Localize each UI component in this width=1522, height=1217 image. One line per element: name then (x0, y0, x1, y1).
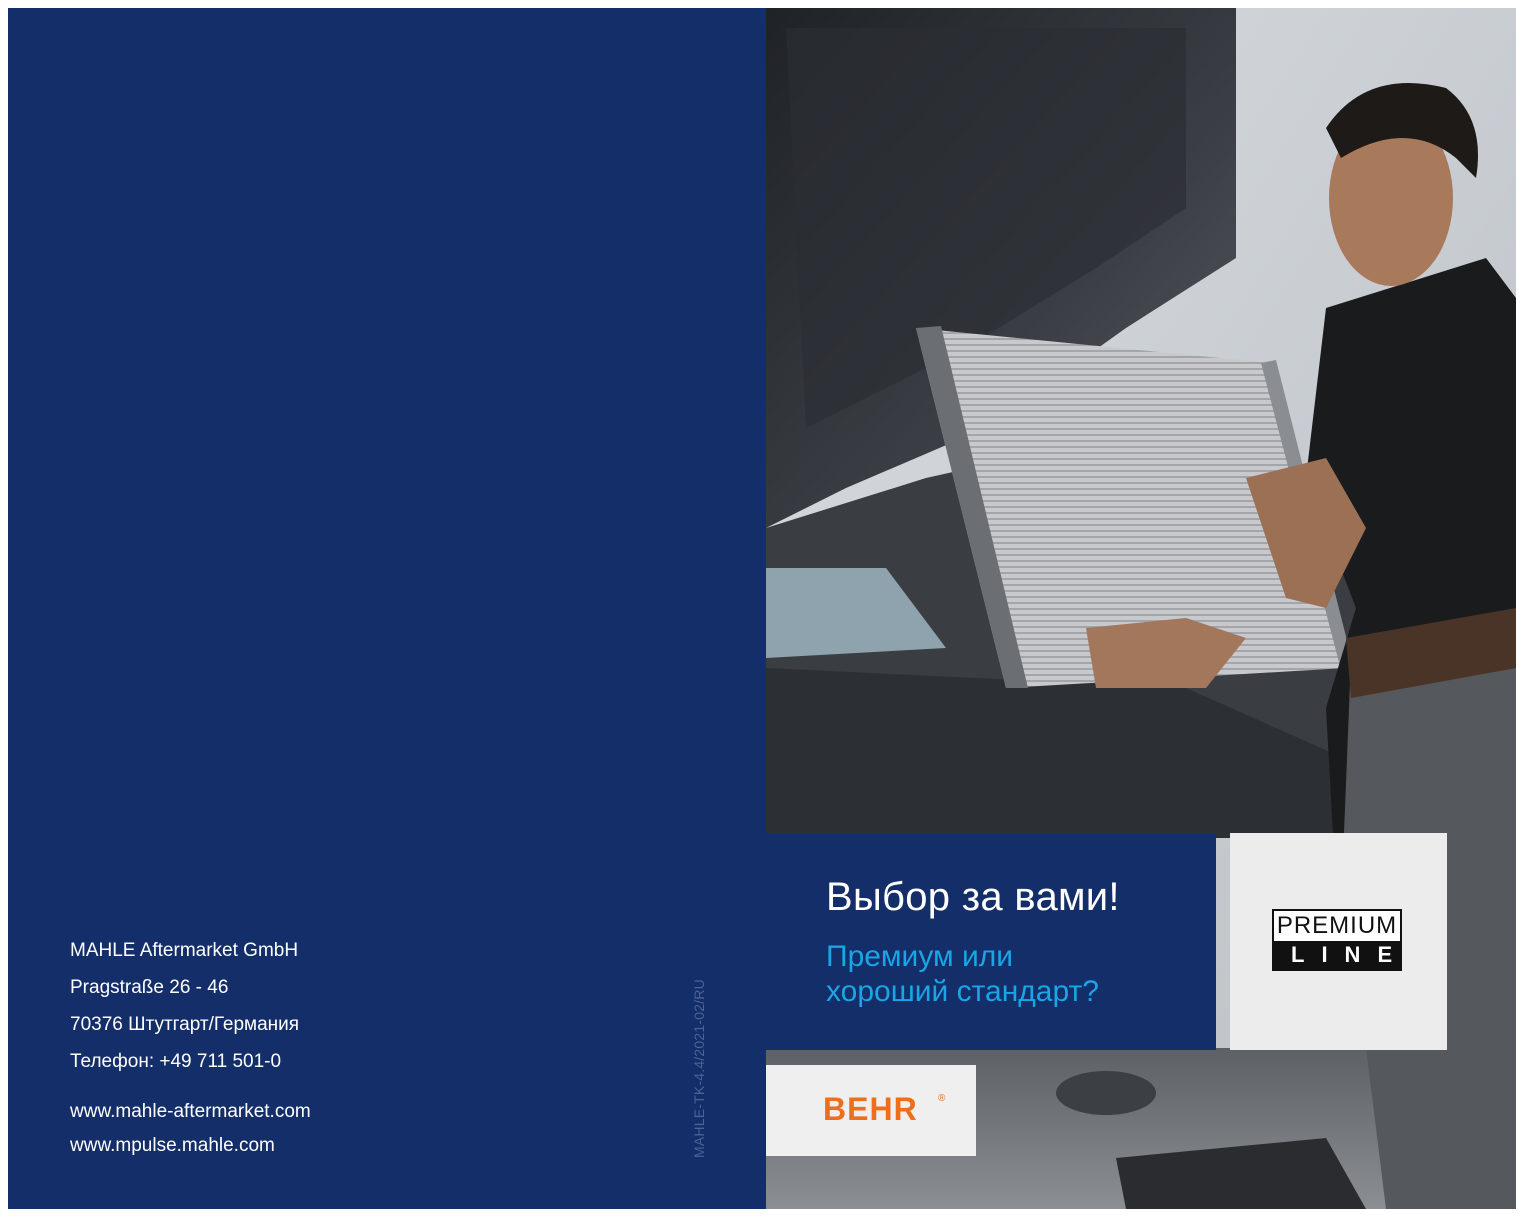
premium-logo-top: PREMIUM (1276, 912, 1398, 939)
brochure-spread: MAHLE Aftermarket GmbH Pragstraße 26 - 4… (8, 8, 1516, 1209)
city-address: 70376 Штутгарт/Германия (70, 1014, 300, 1035)
website-link[interactable]: www.mahle-aftermarket.com (70, 1095, 311, 1129)
behr-logo: BEHR (823, 1091, 918, 1127)
premium-line-panel: PREMIUM LINE (1230, 833, 1447, 1050)
subheadline-line: хороший стандарт? (826, 975, 1099, 1008)
headline: Выбор за вами! (826, 875, 1120, 919)
document-code: MAHLE-TK-4.4/2021-02/RU (691, 979, 707, 1158)
phone-number: Телефон: +49 711 501-0 (70, 1051, 282, 1072)
company-address: MAHLE Aftermarket GmbH Pragstraße 26 - 4… (70, 932, 299, 1080)
registered-mark: ® (938, 1093, 946, 1104)
premium-logo-bottom: LINE (1274, 941, 1400, 969)
subheadline-line: Премиум или (826, 940, 1013, 973)
premium-line-logo: PREMIUM LINE (1272, 909, 1402, 971)
company-name: MAHLE Aftermarket GmbH (70, 940, 299, 961)
behr-logo-panel: BEHR ® (766, 1065, 976, 1156)
subheadline: Премиум или хороший стандарт? (826, 939, 1099, 1009)
back-cover-panel: MAHLE Aftermarket GmbH Pragstraße 26 - 4… (8, 8, 766, 1209)
street-address: Pragstraße 26 - 46 (70, 977, 229, 998)
websites: www.mahle-aftermarket.com www.mpulse.mah… (70, 1095, 311, 1163)
website-link[interactable]: www.mpulse.mahle.com (70, 1129, 311, 1163)
headline-panel: Выбор за вами! Премиум или хороший станд… (766, 833, 1216, 1050)
